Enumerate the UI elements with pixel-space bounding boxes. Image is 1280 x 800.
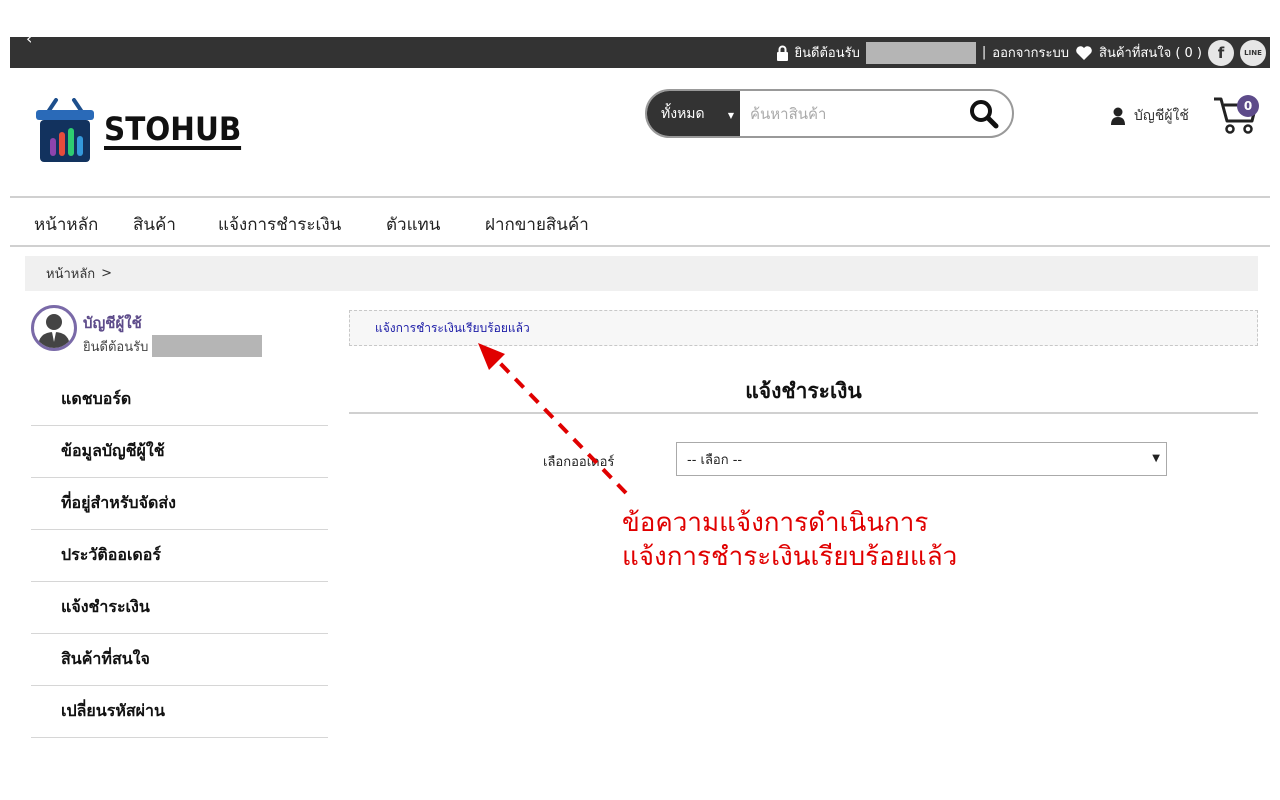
breadcrumb-home[interactable]: หน้าหลัก — [46, 263, 95, 284]
logo-text: STOHUB — [104, 110, 242, 150]
profile-title: บัญชีผู้ใช้ — [83, 314, 142, 332]
sidebar-item-wishlist[interactable]: สินค้าที่สนใจ — [31, 634, 328, 686]
sidebar-item-shipping-address[interactable]: ที่อยู่สำหรับจัดส่ง — [31, 478, 328, 530]
sidebar-menu: แดชบอร์ด ข้อมูลบัญชีผู้ใช้ ที่อยู่สำหรับ… — [31, 374, 328, 738]
heart-icon — [1076, 45, 1092, 60]
breadcrumb: หน้าหลัก > — [25, 256, 1258, 291]
nav-consignment[interactable]: ฝากขายสินค้า — [485, 211, 589, 238]
search-category-label: ทั้งหมด — [661, 105, 705, 122]
basket-logo-icon — [36, 98, 94, 162]
breadcrumb-separator: > — [101, 266, 113, 281]
dropdown-arrow-icon: ▼ — [1152, 453, 1160, 464]
redacted-username — [865, 41, 976, 64]
nav-payment-notice[interactable]: แจ้งการชำระเงิน — [218, 211, 341, 238]
annotation-line-2: แจ้งการชำระเงินเรียบร้อยแล้ว — [622, 542, 958, 572]
caret-down-icon: ▼ — [727, 111, 734, 120]
top-bar-right: ยินดีต้อนรับ | ออกจากระบบ สินค้าที่สนใจ … — [776, 37, 1266, 68]
annotation-text: ข้อความแจ้งการดำเนินการ แจ้งการชำระเงินเ… — [622, 506, 957, 574]
success-alert: แจ้งการชำระเงินเรียบร้อยแล้ว — [349, 310, 1258, 346]
order-select-value: -- เลือก -- — [687, 452, 743, 468]
facebook-icon[interactable]: f — [1208, 39, 1234, 66]
sidebar-item-change-password[interactable]: เปลี่ยนรหัสผ่าน — [31, 686, 328, 738]
lock-icon — [776, 45, 788, 61]
page-title: แจ้งชำระเงิน — [349, 372, 1258, 414]
user-avatar-icon — [38, 314, 70, 348]
search-input[interactable] — [740, 91, 956, 136]
separator: | — [981, 45, 987, 60]
sidebar-item-account-info[interactable]: ข้อมูลบัญชีผู้ใช้ — [31, 426, 328, 478]
account-label: บัญชีผู้ใช้ — [1134, 108, 1189, 124]
search-button[interactable] — [956, 91, 1012, 136]
top-bar: ‹ ยินดีต้อนรับ | ออกจากระบบ สินค้าที่สนใ… — [10, 29, 1270, 68]
line-icon[interactable]: LINE — [1240, 39, 1266, 66]
cart-count-badge: 0 — [1237, 95, 1259, 117]
nav-products[interactable]: สินค้า — [133, 211, 176, 238]
avatar — [31, 305, 77, 351]
search-icon — [970, 99, 999, 128]
welcome-text: ยินดีต้อนรับ — [794, 46, 860, 61]
annotation-line-1: ข้อความแจ้งการดำเนินการ — [622, 508, 929, 538]
profile-card: บัญชีผู้ใช้ ยินดีต้อนรับ — [31, 305, 263, 357]
back-icon[interactable]: ‹ — [26, 29, 32, 48]
main-nav: หน้าหลัก สินค้า แจ้งการชำระเงิน ตัวแทน ฝ… — [10, 196, 1270, 247]
sidebar-item-dashboard[interactable]: แดชบอร์ด — [31, 374, 328, 426]
redacted-profile-name — [152, 335, 263, 357]
nav-agent[interactable]: ตัวแทน — [386, 211, 440, 238]
account-link[interactable]: บัญชีผู้ใช้ — [1110, 105, 1189, 127]
nav-home[interactable]: หน้าหลัก — [34, 211, 98, 238]
site-logo[interactable]: STOHUB — [34, 98, 253, 164]
sidebar-item-payment-notice[interactable]: แจ้งชำระเงิน — [31, 582, 328, 634]
logout-link[interactable]: ออกจากระบบ — [992, 42, 1069, 63]
sidebar-item-order-history[interactable]: ประวัติออเดอร์ — [31, 530, 328, 582]
profile-welcome: ยินดีต้อนรับ — [83, 339, 149, 355]
order-select[interactable]: -- เลือก -- ▼ — [676, 442, 1167, 476]
order-select-label: เลือกออเดอร์ — [543, 455, 615, 470]
search-bar: ทั้งหมด ▼ — [645, 89, 1014, 138]
search-category-select[interactable]: ทั้งหมด ▼ — [647, 91, 740, 136]
wishlist-link[interactable]: สินค้าที่สนใจ ( 0 ) — [1099, 42, 1202, 63]
user-icon — [1111, 107, 1125, 125]
